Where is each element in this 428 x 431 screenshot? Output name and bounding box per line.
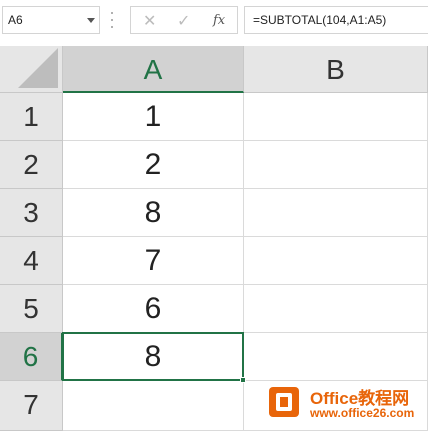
formula-text: =SUBTOTAL(104,A1:A5)	[253, 13, 387, 27]
column-header-a[interactable]: A	[63, 46, 244, 93]
select-all-triangle	[18, 48, 58, 88]
watermark: Office教程网 www.office26.com	[258, 382, 428, 428]
watermark-url: www.office26.com	[310, 406, 415, 420]
formula-input[interactable]: =SUBTOTAL(104,A1:A5)	[244, 6, 428, 34]
cell-a3[interactable]: 8	[63, 189, 244, 237]
name-box-value: A6	[8, 13, 23, 27]
cell-b1[interactable]	[244, 93, 428, 141]
cell-b3[interactable]	[244, 189, 428, 237]
row-header-7[interactable]: 7	[0, 381, 63, 431]
fill-handle[interactable]	[240, 377, 246, 383]
row-header-1[interactable]: 1	[0, 93, 63, 141]
office-logo-icon	[269, 387, 299, 417]
cell-a2[interactable]: 2	[63, 141, 244, 189]
cell-a1[interactable]: 1	[63, 93, 244, 141]
worksheet-grid: A B 1 1 2 2 3 8 4 7 5 6 6 8 7	[0, 46, 428, 431]
cell-b4[interactable]	[244, 237, 428, 285]
close-icon[interactable]: ✕	[143, 11, 156, 31]
name-box[interactable]: A6	[2, 6, 100, 34]
cell-a4[interactable]: 7	[63, 237, 244, 285]
cell-a6[interactable]: 8	[63, 333, 244, 381]
row-header-4[interactable]: 4	[0, 237, 63, 285]
select-all-button[interactable]	[0, 46, 63, 93]
cell-a7[interactable]	[63, 381, 244, 431]
formula-buttons: ✕ ✓ fx	[130, 6, 238, 34]
row-header-5[interactable]: 5	[0, 285, 63, 333]
insert-function-button[interactable]: fx	[213, 13, 225, 28]
column-header-b[interactable]: B	[244, 46, 428, 93]
check-icon[interactable]: ✓	[177, 11, 190, 31]
cell-b5[interactable]	[244, 285, 428, 333]
cell-b6[interactable]	[244, 333, 428, 381]
formula-bar: A6 ✕ ✓ fx =SUBTOTAL(104,A1:A5)	[0, 0, 428, 40]
row-header-2[interactable]: 2	[0, 141, 63, 189]
row-header-6[interactable]: 6	[0, 333, 63, 381]
row-header-3[interactable]: 3	[0, 189, 63, 237]
cell-b2[interactable]	[244, 141, 428, 189]
cell-a5[interactable]: 6	[63, 285, 244, 333]
chevron-down-icon[interactable]	[87, 18, 95, 23]
drag-handle-icon[interactable]	[110, 12, 114, 28]
